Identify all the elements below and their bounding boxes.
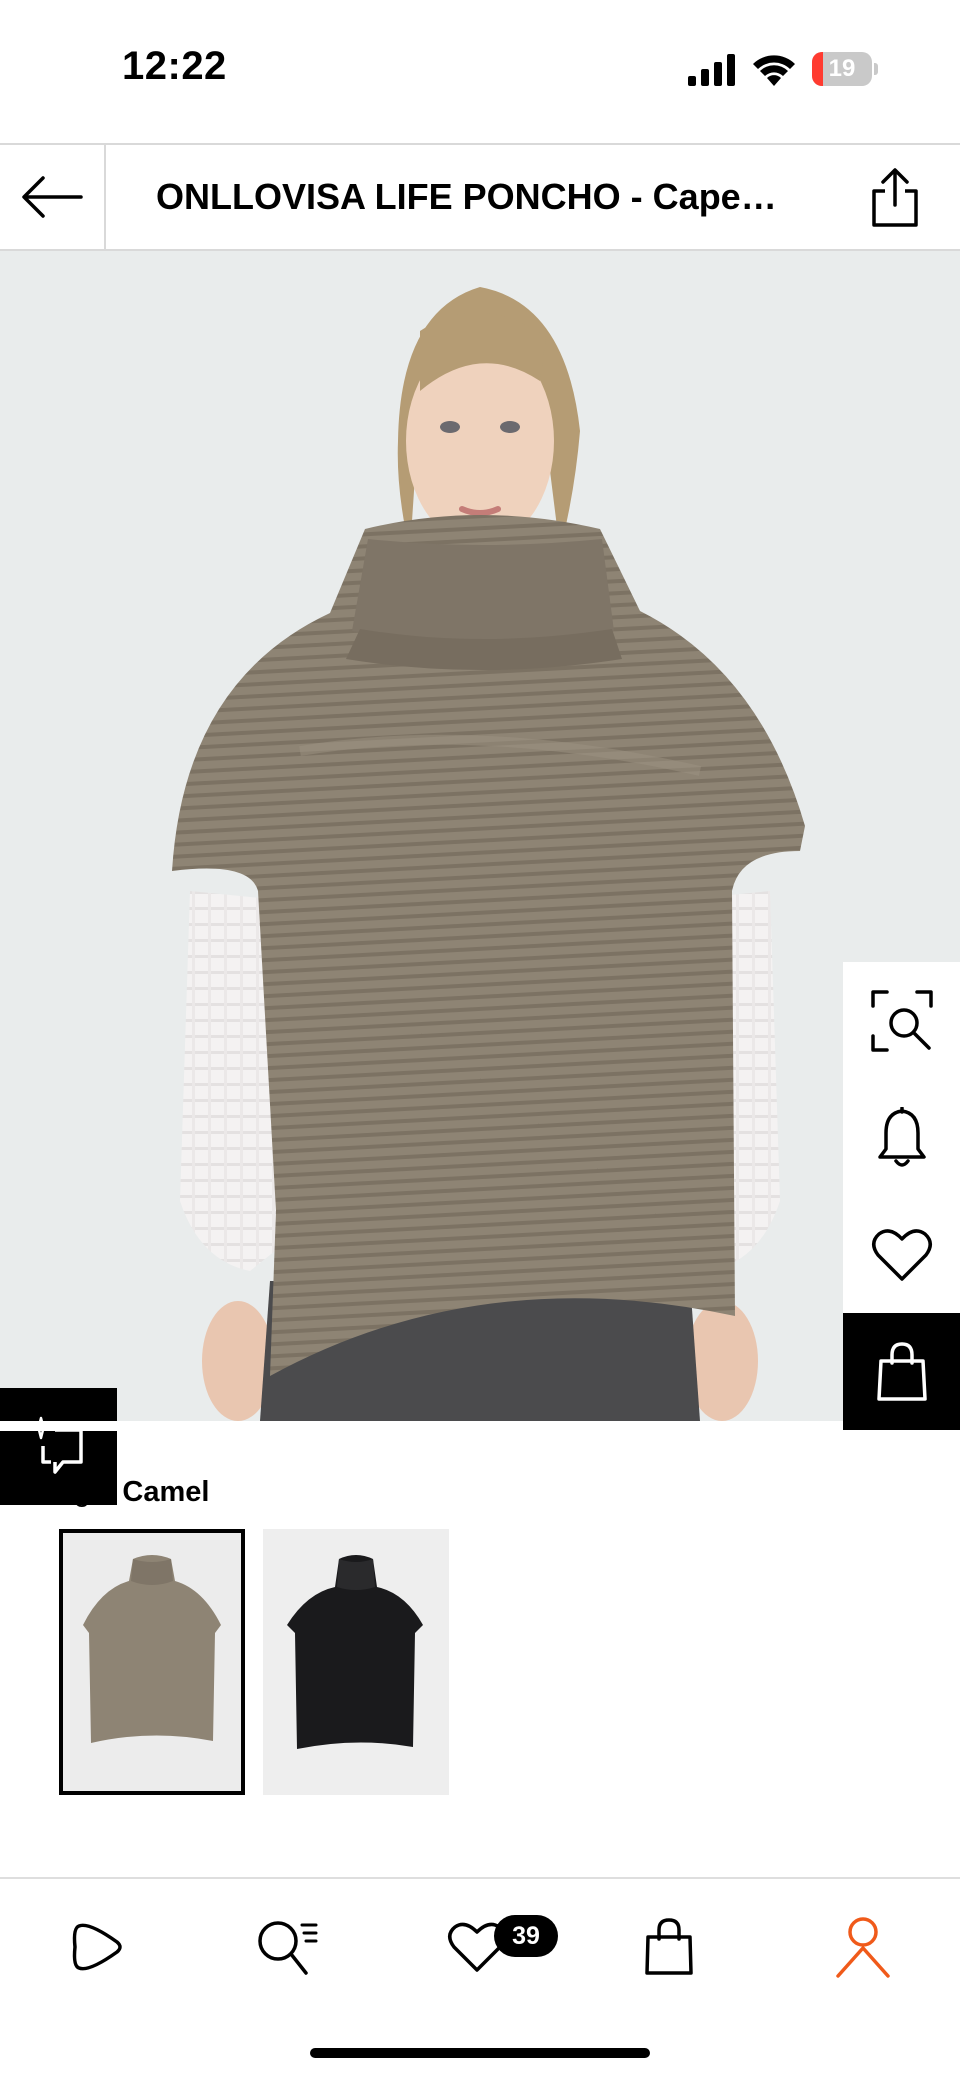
search-list-icon: [258, 1921, 318, 1975]
cellular-signal-icon: [688, 54, 735, 86]
product-action-rail: [843, 962, 960, 1430]
notify-button[interactable]: [843, 1079, 960, 1196]
color-swatch-camel[interactable]: [59, 1529, 245, 1795]
arrow-left-icon: [22, 176, 83, 218]
bell-icon: [877, 1106, 926, 1167]
status-bar: 12:22 19: [0, 0, 960, 143]
share-icon[interactable]: [868, 167, 922, 229]
color-label: ge: Camel: [74, 1472, 374, 1512]
tab-search[interactable]: [242, 1907, 332, 1987]
wifi-icon: [753, 55, 795, 86]
product-header: ONLLOVISA LIFE PONCHO - Cape…: [0, 143, 960, 251]
wishlist-button[interactable]: [843, 1196, 960, 1313]
tab-bag[interactable]: [624, 1907, 714, 1987]
product-photo-illustration: [172, 287, 805, 1421]
visual-search-button[interactable]: [843, 962, 960, 1079]
battery-level: 19: [828, 55, 856, 82]
status-time: 12:22: [122, 44, 227, 88]
play-icon: [72, 1923, 122, 1971]
color-label-key: ge:: [74, 1476, 123, 1508]
page-title: ONLLOVISA LIFE PONCHO - Cape…: [156, 176, 777, 217]
bag-icon: [645, 1918, 693, 1975]
shopping-bag-icon: [876, 1341, 927, 1401]
tab-play[interactable]: [52, 1907, 142, 1987]
visual-search-icon: [870, 989, 933, 1052]
color-label-value: Camel: [122, 1476, 210, 1508]
profile-icon: [836, 1917, 890, 1978]
color-swatch-black[interactable]: [263, 1529, 449, 1795]
battery-icon: 19: [812, 52, 878, 86]
wishlist-count-badge: 39: [494, 1915, 558, 1957]
back-button[interactable]: [0, 145, 106, 249]
camel-poncho-thumbnail: [63, 1533, 241, 1791]
black-poncho-thumbnail: [263, 1529, 449, 1795]
heart-icon: [871, 1228, 932, 1281]
add-to-bag-button[interactable]: [843, 1313, 960, 1430]
image-bottom-strip: [0, 1421, 784, 1431]
tab-profile[interactable]: [818, 1907, 908, 1987]
product-image[interactable]: [0, 251, 960, 1421]
home-indicator: [310, 2048, 650, 2058]
